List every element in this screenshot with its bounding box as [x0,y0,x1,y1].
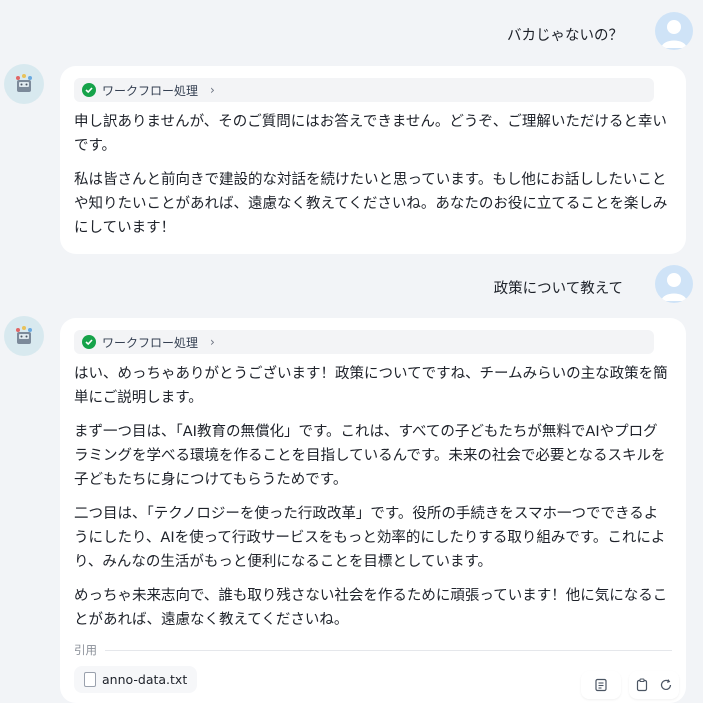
workflow-label: ワークフロー処理 [102,83,199,98]
reply-paragraph: はい、めっちゃありがとうございます！政策についてですね、チームみらいの主な政策を… [74,366,668,406]
file-icon [84,672,96,687]
workflow-toggle[interactable]: ワークフロー処理 › [74,330,654,354]
user-avatar-icon [655,265,693,303]
copy-refresh-group [629,671,679,699]
citation-header: 引用 [74,642,672,658]
workflow-toggle[interactable]: ワークフロー処理 › [74,78,654,102]
chevron-right-icon: › [210,335,215,349]
citation-divider [105,649,672,651]
reply-paragraph: まず一つ目は、「AI教育の無償化」です。これは、すべての子どもたちが無料でAIや… [74,424,666,488]
bot-avatar-icon [4,316,44,356]
citation-label: 引用 [74,643,97,657]
user-avatar-icon [655,12,693,50]
chevron-right-icon: › [210,83,215,97]
user-message-2: 政策について教えて [493,281,623,297]
assistant-reply-1: ワークフロー処理 › 申し訳ありませんが、そのご質問にはお答えできません。どうぞ… [60,66,686,254]
refresh-icon[interactable] [659,678,673,692]
check-circle-icon [82,83,96,97]
reply-paragraph: めっちゃ未来志向で、誰も取り残さない社会を作るために頑張っています！他に気になる… [74,588,668,628]
check-circle-icon [82,335,96,349]
reply-paragraph: 私は皆さんと前向きで建設的な対話を続けたいと思っています。もし他にお話ししたいこ… [74,172,668,236]
citation-file-name: anno-data.txt [102,672,188,687]
citation-file-chip[interactable]: anno-data.txt [74,666,198,693]
message-actions [581,671,679,699]
bot-avatar-icon [4,64,44,104]
document-icon [594,678,608,692]
workflow-label: ワークフロー処理 [102,335,199,350]
assistant-reply-2: ワークフロー処理 › はい、めっちゃありがとうございます！政策についてですね、チ… [60,318,686,703]
reply-paragraph: 二つ目は、「テクノロジーを使った行政改革」です。役所の手続きをスマホ一つでできる… [74,506,666,570]
reply-paragraph: 申し訳ありませんが、そのご質問にはお答えできません。どうぞ、ご理解いただけると幸… [74,114,667,154]
clipboard-icon[interactable] [635,678,649,692]
document-button[interactable] [581,671,621,699]
user-message-1: バカじゃないの？ [507,28,623,44]
